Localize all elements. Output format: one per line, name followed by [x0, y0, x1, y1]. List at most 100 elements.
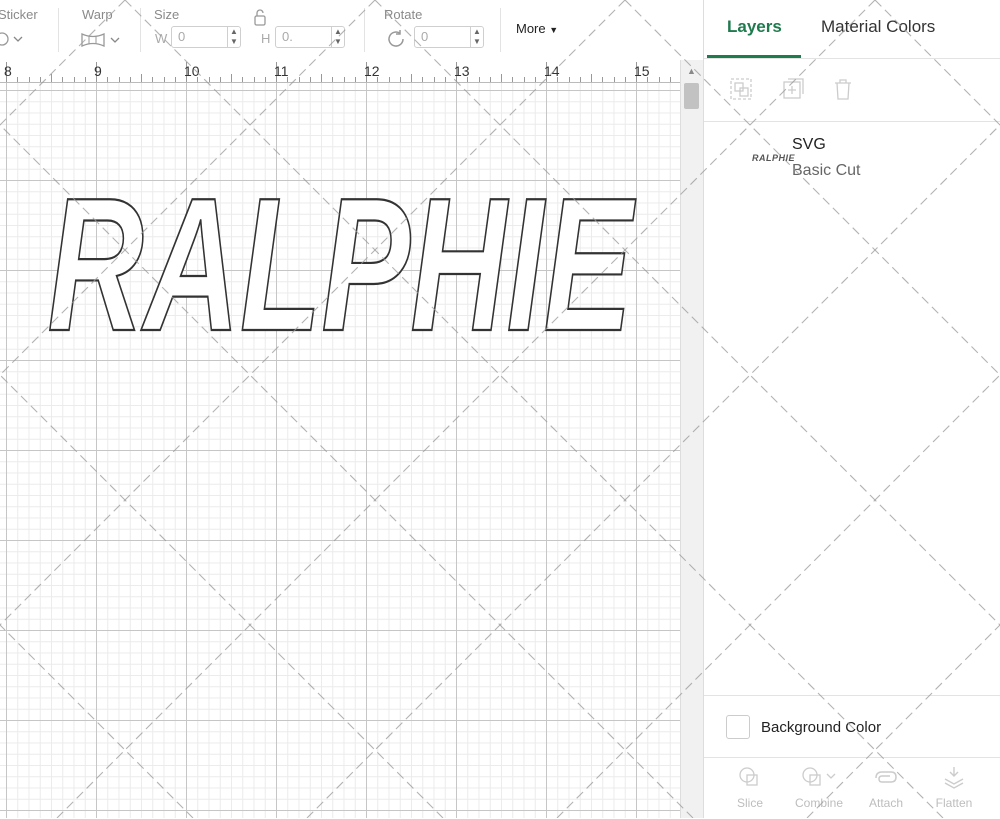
scrollbar-thumb[interactable]	[684, 83, 699, 109]
height-value: 0.	[282, 29, 293, 44]
layer-tools	[704, 59, 1000, 122]
ruler-label: 11	[274, 63, 289, 79]
ruler-tick	[118, 77, 120, 82]
rotate-input[interactable]: 0 ▲ ▼	[414, 26, 484, 48]
background-color-label: Background Color	[761, 719, 882, 736]
group-icon[interactable]	[728, 76, 754, 102]
tab-layers[interactable]: Layers	[727, 17, 782, 37]
combine-label: Combine	[794, 796, 844, 810]
ruler-label: 8	[4, 63, 12, 79]
ruler-tick	[28, 77, 30, 82]
toolbar-divider	[500, 8, 501, 52]
ruler-tick	[51, 74, 52, 82]
ruler-tick	[242, 77, 244, 82]
slice-icon	[739, 767, 758, 786]
ruler-tick	[231, 74, 232, 82]
ruler-tick	[208, 77, 210, 82]
ruler-label: 10	[184, 63, 200, 79]
size-group: Size W 0 ▲ ▼ H 0. ▲ ▼	[150, 0, 360, 60]
layer-item[interactable]: RALPHIE SVG Basic Cut	[704, 122, 1000, 192]
duplicate-icon[interactable]	[780, 76, 806, 102]
ruler-tick	[129, 77, 131, 82]
layer-actions: Slice Combine Attach Flatten	[704, 757, 1000, 819]
ruler-tick	[579, 77, 581, 82]
combine-button[interactable]: Combine	[789, 764, 849, 810]
height-input[interactable]: 0. ▲ ▼	[275, 26, 345, 48]
tab-material-colors[interactable]: Material Colors	[821, 17, 935, 37]
warp-group: Warp	[70, 0, 140, 60]
ruler-tick	[534, 77, 536, 82]
toolbar-divider	[140, 8, 141, 52]
layer-name: SVG	[792, 136, 826, 153]
ruler-tick	[264, 77, 266, 82]
sticker-dropdown[interactable]	[0, 30, 30, 51]
ruler-tick	[321, 74, 322, 82]
ruler-tick	[62, 77, 64, 82]
width-input[interactable]: 0 ▲ ▼	[171, 26, 241, 48]
lock-icon[interactable]	[252, 8, 268, 28]
ruler-tick	[39, 77, 41, 82]
warp-icon	[81, 32, 120, 48]
rotate-value: 0	[421, 29, 429, 44]
sticker-icon	[0, 32, 23, 46]
horizontal-ruler: 8 9 10 11 12 13 14 15	[0, 60, 680, 83]
layer-operation: Basic Cut	[792, 162, 861, 179]
more-button[interactable]: More ▼	[516, 21, 558, 36]
ruler-tick	[174, 77, 176, 82]
ruler-label: 15	[634, 63, 650, 79]
canvas-scrollbar[interactable]: ▲	[680, 60, 703, 818]
sticker-group: Sticker	[0, 0, 58, 60]
ruler-tick	[107, 77, 109, 82]
width-prefix: W	[155, 31, 168, 46]
attach-icon	[875, 771, 897, 783]
ruler-tick	[422, 77, 424, 82]
caret-down-icon: ▼	[549, 25, 559, 35]
ruler-tick	[219, 77, 221, 82]
layer-thumbnail: RALPHIE	[752, 153, 796, 163]
ruler-tick	[669, 77, 671, 82]
ruler-tick	[17, 77, 19, 82]
ruler-tick	[354, 77, 356, 82]
rotate-stepper[interactable]: ▲ ▼	[470, 27, 483, 47]
rotate-icon	[388, 30, 404, 47]
background-color-row[interactable]: Background Color	[704, 695, 1000, 758]
ruler-tick	[613, 77, 615, 82]
ruler-tick	[298, 77, 300, 82]
slice-button[interactable]: Slice	[720, 764, 780, 810]
scroll-up-icon[interactable]: ▲	[687, 66, 696, 76]
rotate-label: Rotate	[384, 7, 423, 22]
warp-label: Warp	[82, 7, 113, 22]
artwork-ralphie[interactable]: RALPHIE	[40, 180, 640, 340]
warp-dropdown[interactable]	[80, 30, 122, 53]
ruler-tick	[433, 77, 435, 82]
delete-icon[interactable]	[830, 76, 856, 102]
ruler-tick	[489, 77, 491, 82]
artwork-text: RALPHIE	[48, 180, 637, 340]
ruler-tick	[444, 77, 446, 82]
design-canvas[interactable]: RALPHIE	[0, 83, 680, 818]
height-stepper[interactable]: ▲ ▼	[331, 27, 344, 47]
ruler-tick	[388, 77, 390, 82]
ruler-tick	[602, 77, 604, 82]
flatten-icon	[944, 767, 964, 789]
flatten-button[interactable]: Flatten	[924, 764, 984, 810]
ruler-label: 9	[94, 63, 102, 79]
ruler-label: 13	[454, 63, 470, 79]
attach-button[interactable]: Attach	[856, 764, 916, 810]
ruler-tick	[501, 74, 502, 82]
ruler-tick	[309, 77, 311, 82]
background-color-swatch[interactable]	[726, 715, 750, 739]
ruler-tick	[73, 77, 75, 82]
edit-toolbar: Sticker Warp Size W 0 ▲ ▼ H 0. ▲ ▼ Rotate …	[0, 0, 703, 61]
sticker-label: Sticker	[0, 7, 38, 22]
rotate-group: Rotate 0 ▲ ▼	[378, 0, 498, 60]
ruler-tick	[253, 77, 255, 82]
width-stepper[interactable]: ▲ ▼	[227, 27, 240, 47]
flatten-label: Flatten	[935, 796, 973, 810]
ruler-tick	[84, 77, 86, 82]
slice-label: Slice	[736, 796, 763, 810]
ruler-tick	[152, 77, 154, 82]
ruler-tick	[332, 77, 334, 82]
size-label: Size	[154, 7, 180, 22]
combine-icon	[802, 767, 836, 786]
